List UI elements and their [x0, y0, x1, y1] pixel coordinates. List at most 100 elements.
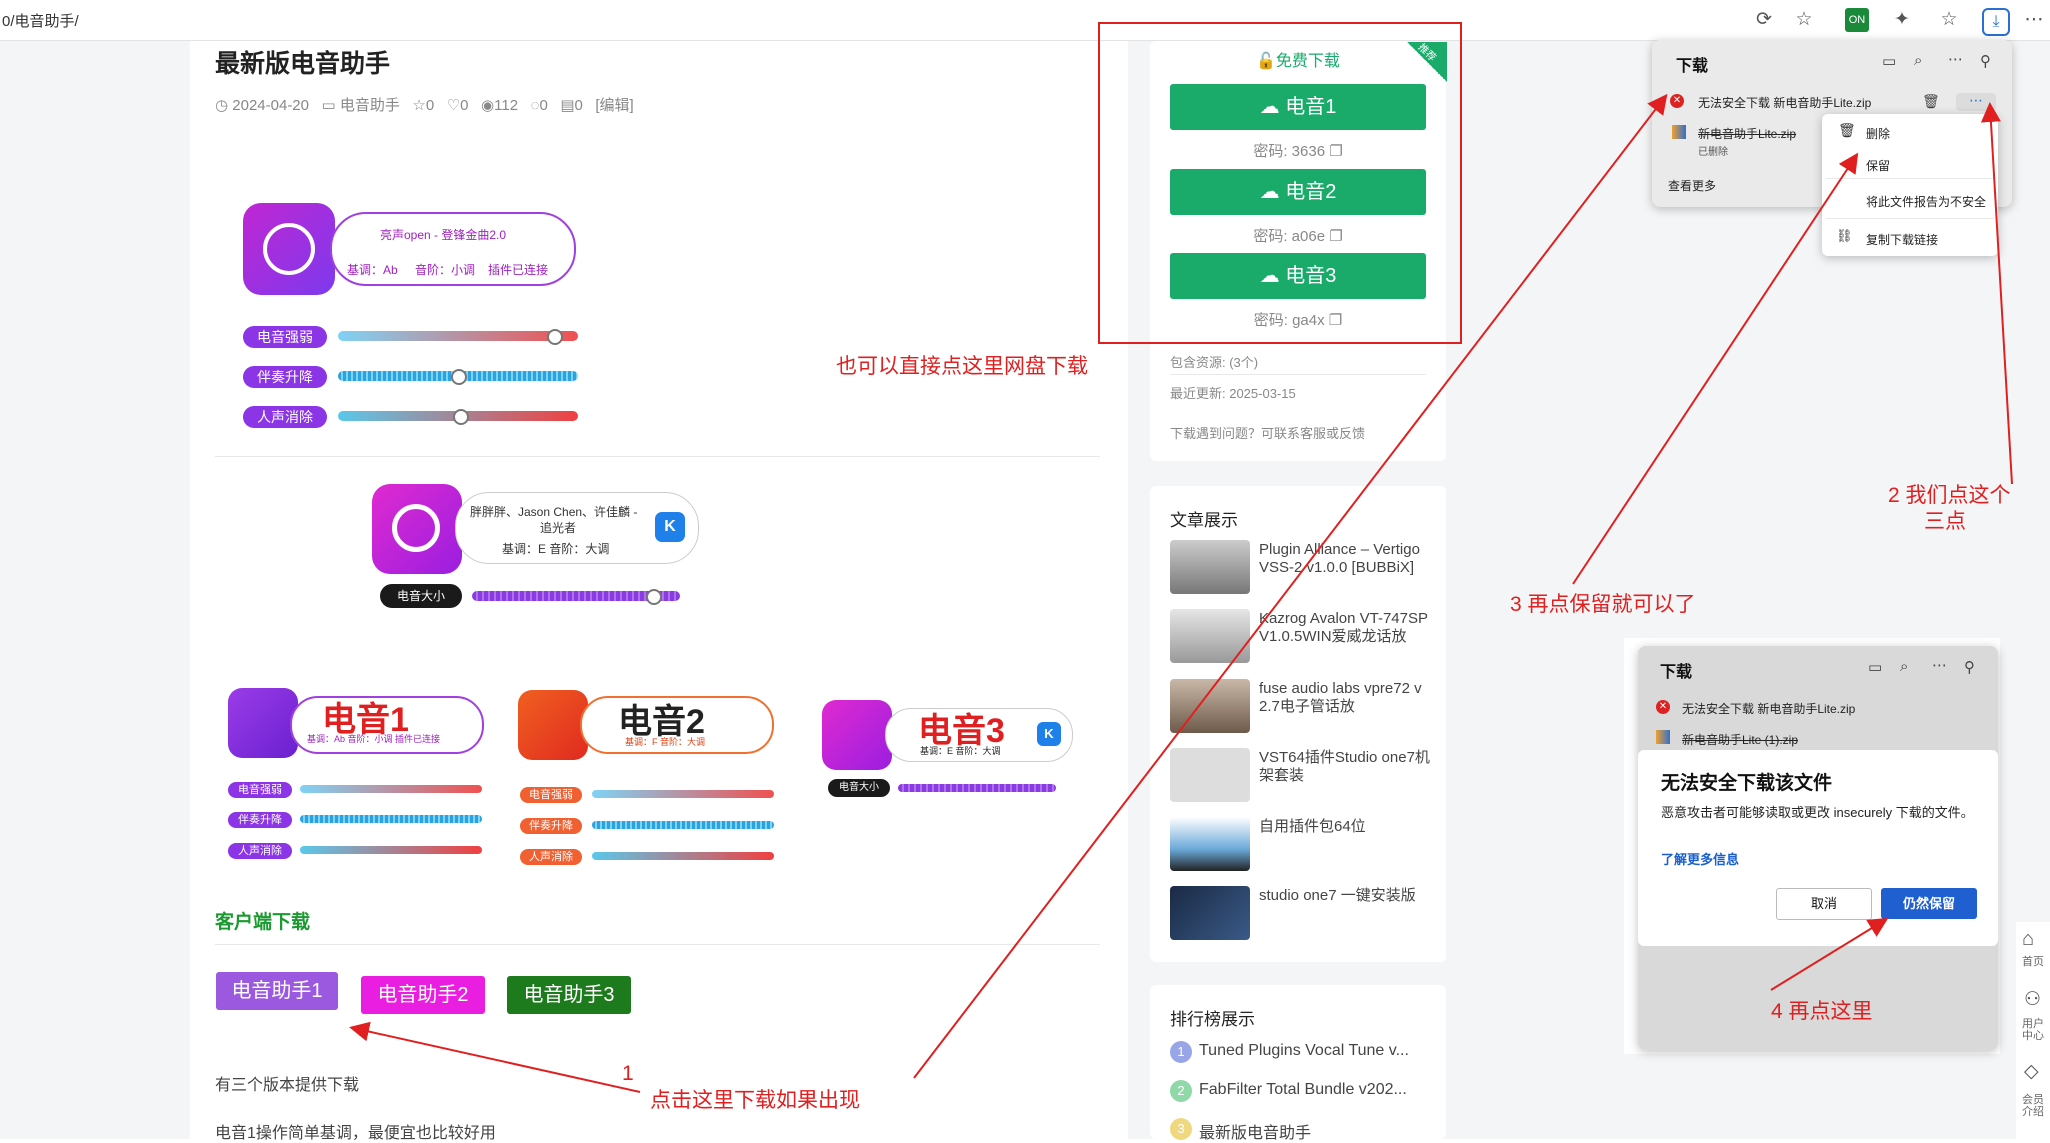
slider-label: 伴奏升降 — [520, 818, 582, 834]
promo-sub: 基调：Ab 音阶：小调 插件已连接 — [307, 734, 441, 744]
error-icon: ✕ — [1670, 94, 1684, 108]
article-thumbnail[interactable] — [1170, 748, 1250, 802]
promo1-scale: 音阶：小调 — [415, 263, 476, 277]
more-icon[interactable]: ⋯ — [2022, 8, 2046, 32]
article-thumbnail[interactable] — [1170, 540, 1250, 594]
home-icon[interactable]: ⌂ — [2022, 928, 2034, 951]
comment-count: 0 — [539, 97, 548, 114]
slider-label: 电音强弱 — [520, 787, 582, 803]
slider-label: 电音强弱 — [243, 326, 327, 348]
pin-icon[interactable]: ⚲ — [1964, 658, 1975, 676]
slider-track[interactable] — [592, 790, 774, 798]
address-bar[interactable]: 0/电音助手/ — [2, 10, 79, 31]
divider — [215, 456, 1100, 457]
rail-label[interactable]: 首页 — [2022, 956, 2044, 968]
puzzle-icon[interactable]: ✦ — [1890, 8, 1914, 32]
menu-item-keep[interactable]: 保留 — [1866, 157, 1890, 174]
pin-icon[interactable]: ⚲ — [1980, 52, 1991, 70]
slider-knob[interactable] — [547, 329, 563, 345]
last-updated: 最近更新: 2025-03-15 — [1170, 386, 1296, 401]
star-icon[interactable]: ☆ — [1792, 8, 1816, 32]
like-count: 0 — [460, 97, 469, 114]
rank-link[interactable]: FabFilter Total Bundle v202... — [1199, 1081, 1407, 1099]
favorites-icon[interactable]: ☆ — [1937, 8, 1961, 32]
search-icon[interactable]: ⌕ — [1914, 52, 1922, 69]
edit-link[interactable]: [编辑] — [595, 97, 633, 114]
extension-icon[interactable]: ON — [1845, 8, 1869, 32]
keep-anyway-button[interactable]: 仍然保留 — [1881, 888, 1977, 919]
menu-item-delete[interactable]: 删除 — [1866, 125, 1890, 142]
zip-file-icon — [1656, 730, 1670, 744]
downloads-icon[interactable]: ⤓ — [1982, 8, 2010, 36]
folder-icon[interactable]: ▭ — [1868, 658, 1882, 676]
annotation-direct: 也可以直接点这里网盘下载 — [836, 355, 1088, 378]
search-icon[interactable]: ⌕ — [1900, 658, 1908, 675]
download-item-deleted[interactable]: 新电音助手Lite.zip — [1698, 125, 1796, 142]
rail-label[interactable]: 用户中心 — [2022, 1018, 2044, 1042]
slider-label: 人声消除 — [520, 849, 582, 865]
article-thumbnail[interactable] — [1170, 817, 1250, 871]
slider-track[interactable] — [592, 852, 774, 860]
article-link[interactable]: 自用插件包64位 — [1259, 818, 1439, 836]
help-text[interactable]: 下载遇到问题？可联系客服或反馈 — [1170, 423, 1365, 442]
heart-icon[interactable]: ♡ — [447, 97, 460, 114]
article-thumbnail[interactable] — [1170, 886, 1250, 940]
slider-track[interactable] — [300, 846, 482, 854]
user-icon[interactable]: ⚇ — [2024, 988, 2041, 1011]
more-icon[interactable]: ⋯ — [1932, 656, 1947, 674]
annotation-3: 3 再点保留就可以了 — [1510, 593, 1696, 616]
client-download-heading: 客户端下载 — [215, 912, 311, 933]
article-link[interactable]: Kazrog Avalon VT-747SP V1.0.5WIN爱威龙话放 — [1259, 610, 1439, 646]
learn-more-link[interactable]: 了解更多信息 — [1661, 849, 1739, 868]
trash-icon[interactable]: 🗑 — [1922, 93, 1940, 110]
more-icon[interactable]: ⋯ — [1948, 50, 1963, 68]
client-button-2[interactable]: 电音助手2 — [361, 976, 485, 1014]
error-icon: ✕ — [1656, 700, 1670, 714]
see-more-link[interactable]: 查看更多 — [1668, 177, 1716, 194]
slider-track[interactable] — [300, 785, 482, 793]
star-icon[interactable]: ☆ — [412, 97, 425, 114]
menu-item-copy-link[interactable]: 复制下载链接 — [1866, 231, 1938, 248]
article-thumbnail[interactable] — [1170, 679, 1250, 733]
folder-icon[interactable]: ▭ — [1882, 52, 1896, 70]
article-link[interactable]: VST64插件Studio one7机架套装 — [1259, 749, 1439, 785]
article-link[interactable]: Plugin Alliance – Vertigo VSS-2 v1.0.0 [… — [1259, 541, 1439, 577]
slider-knob[interactable] — [451, 369, 467, 385]
annotation-1: 点击这里下载如果出现 — [650, 1089, 860, 1112]
download-item[interactable]: 无法安全下载 新电音助手Lite.zip — [1682, 700, 1855, 717]
slider-track[interactable] — [898, 784, 1056, 792]
promo1-song: 亮声open - 登锋金曲2.0 — [380, 228, 507, 242]
star-count: 0 — [425, 97, 435, 114]
app-logo-icon — [518, 690, 588, 760]
eye-icon: ◉ — [481, 97, 495, 114]
download-item-deleted[interactable]: 新电音助手Lite (1).zip — [1682, 731, 1798, 748]
slider-track[interactable] — [592, 821, 774, 829]
menu-item-report[interactable]: 将此文件报告为不安全 — [1866, 193, 1986, 210]
slider-label: 人声消除 — [228, 843, 292, 859]
slider-knob[interactable] — [646, 589, 662, 605]
app-logo-icon — [822, 700, 892, 770]
rank-link[interactable]: 最新版电音助手 — [1199, 1119, 1311, 1143]
client-button-3[interactable]: 电音助手3 — [507, 976, 631, 1014]
post-category[interactable]: 电音助手 — [340, 97, 400, 114]
slider-track[interactable] — [338, 331, 578, 341]
rail-label[interactable]: 会员介绍 — [2022, 1094, 2044, 1118]
folder-icon: ▭ — [321, 97, 336, 114]
more-options-icon[interactable]: ⋯ — [1956, 93, 1996, 111]
zip-file-icon — [1672, 125, 1686, 139]
client-button-1[interactable]: 电音助手1 — [216, 972, 338, 1010]
deleted-label: 已删除 — [1698, 147, 1728, 158]
article-link[interactable]: studio one7 一键安装版 — [1259, 887, 1439, 905]
annotation-4: 4 再点这里 — [1771, 1000, 1873, 1023]
refresh-icon[interactable]: ⟳ — [1752, 8, 1776, 32]
article-link[interactable]: fuse audio labs vpre72 v 2.7电子管话放 — [1259, 680, 1439, 716]
cancel-button[interactable]: 取消 — [1776, 888, 1872, 920]
article-thumbnail[interactable] — [1170, 609, 1250, 663]
rank-link[interactable]: Tuned Plugins Vocal Tune v... — [1199, 1042, 1409, 1060]
diamond-icon[interactable]: ◇ — [2024, 1060, 2039, 1083]
download-item[interactable]: 无法安全下载 新电音助手Lite.zip — [1698, 94, 1871, 111]
slider-track[interactable] — [300, 815, 482, 823]
promo1-status: 插件已连接 — [488, 263, 549, 277]
divider — [215, 944, 1100, 945]
slider-knob[interactable] — [453, 409, 469, 425]
